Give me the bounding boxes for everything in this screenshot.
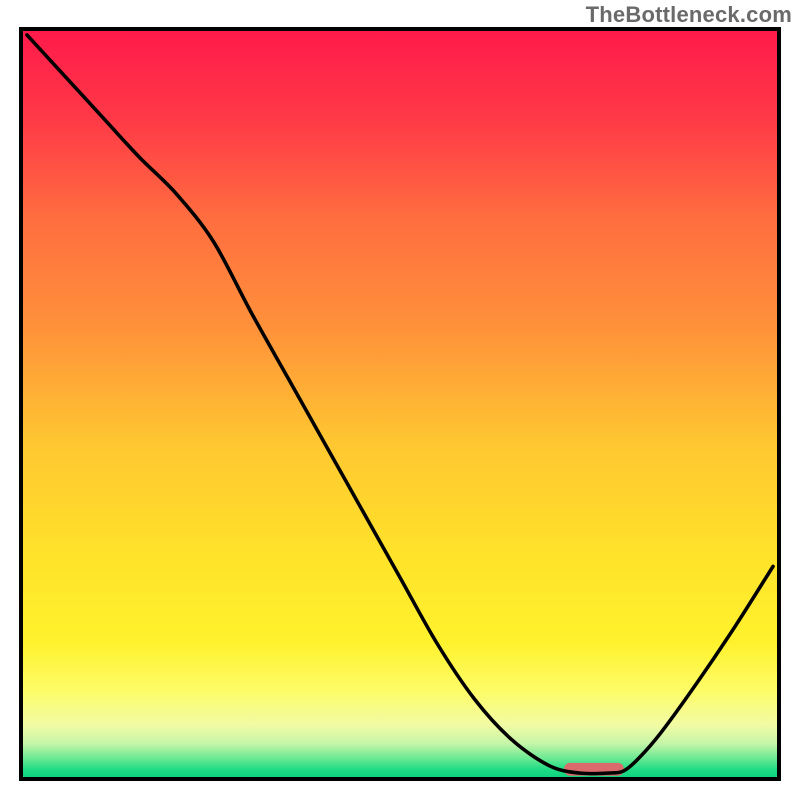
chart-svg bbox=[23, 31, 777, 777]
plot-area bbox=[19, 27, 781, 781]
watermark-text: TheBottleneck.com bbox=[586, 2, 792, 28]
gradient-rect bbox=[23, 31, 777, 777]
chart-stage: TheBottleneck.com bbox=[0, 0, 800, 800]
